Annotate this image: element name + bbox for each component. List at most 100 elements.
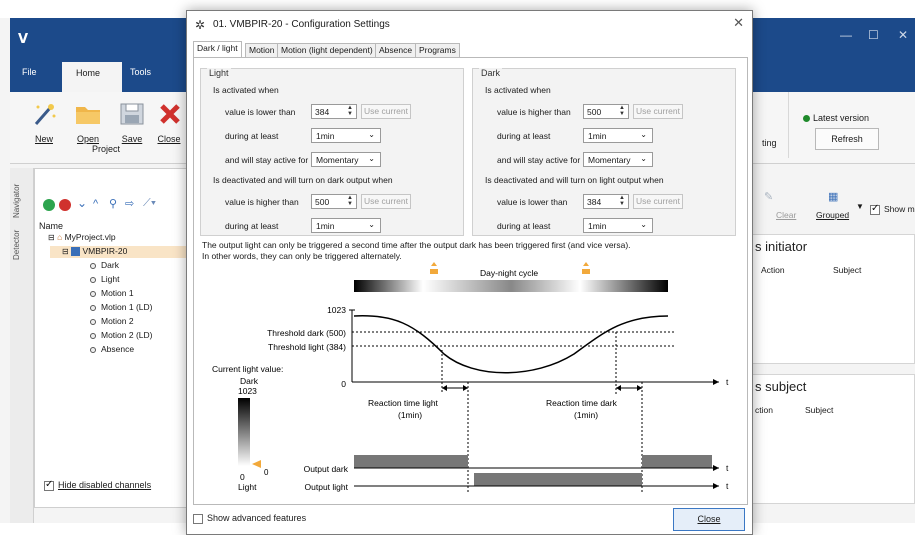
dark-duration-select[interactable]: 1min ⌄ <box>583 128 653 143</box>
tab-detector[interactable]: Detector <box>12 230 21 260</box>
dialog-titlebar: ✲ 01. VMBPIR-20 - Configuration Settings… <box>187 11 752 39</box>
grouped-button[interactable]: Grouped <box>816 210 849 220</box>
chevron-down-icon[interactable]: ⌄ <box>77 196 87 210</box>
use-current-button[interactable]: Use current <box>361 194 411 209</box>
dark-threshold-value: 500 <box>587 107 602 117</box>
tab-tools[interactable]: Tools <box>130 67 151 77</box>
light-deactivate-stepper[interactable]: 500 ▲ ▼ <box>311 194 357 209</box>
tree-item-project[interactable]: ⊟ ⌂ MyProject.vlp <box>48 232 116 242</box>
light-duration-select[interactable]: 1min ⌄ <box>311 128 381 143</box>
light-threshold-stepper[interactable]: 384 ▲ ▼ <box>311 104 357 119</box>
light-stay-active-select[interactable]: Momentary ⌄ <box>311 152 381 167</box>
save-button[interactable]: Save <box>112 102 152 144</box>
tree-item-channel[interactable]: Absence <box>90 344 134 354</box>
spin-arrows-icon[interactable]: ▲ ▼ <box>619 195 625 207</box>
chevron-down-icon: ⌄ <box>368 220 375 229</box>
day-night-gradient-bar <box>354 280 668 292</box>
open-button[interactable]: Open <box>68 102 108 144</box>
dark-row4-label: value is lower than <box>497 197 568 207</box>
close-button[interactable]: Close <box>673 508 745 531</box>
dark-threshold-stepper[interactable]: 500 ▲ ▼ <box>583 104 629 119</box>
chevron-down-icon: ⌄ <box>640 130 647 139</box>
status-dot-icon <box>803 115 810 122</box>
light-value-curve <box>353 315 669 374</box>
dropdown-arrow-icon[interactable]: ▼ <box>856 202 864 211</box>
spin-arrows-icon[interactable]: ▲ ▼ <box>347 195 353 207</box>
dark-stay-active-select[interactable]: Momentary ⌄ <box>583 152 653 167</box>
output-dark-arrow <box>713 465 719 471</box>
checkbox-icon[interactable] <box>193 513 203 524</box>
description-line-1: The output light can only be triggered a… <box>202 240 631 250</box>
channel-icon <box>90 304 96 311</box>
light-deactivate-duration-value: 1min <box>316 221 335 231</box>
dark-deactivate-duration-select[interactable]: 1min ⌄ <box>583 218 653 233</box>
channel-icon <box>90 346 96 353</box>
dark-deactivate-stepper[interactable]: 384 ▲ ▼ <box>583 194 629 209</box>
wand-icon[interactable]: ⟋▾ <box>143 197 156 210</box>
tab-motion-light-dependent[interactable]: Motion (light dependent) <box>277 43 377 57</box>
tab-absence[interactable]: Absence <box>375 43 417 57</box>
close-icon[interactable]: ✕ <box>733 15 744 31</box>
minimize-icon[interactable]: — <box>840 28 852 42</box>
use-current-button[interactable]: Use current <box>633 104 683 119</box>
channel-label: Light <box>101 274 120 284</box>
tab-motion[interactable]: Motion <box>245 43 279 57</box>
tree-item-channel[interactable]: Motion 1 (LD) <box>90 302 153 312</box>
tab-dark-light[interactable]: Dark / light <box>193 41 242 58</box>
clear-button[interactable]: Clear <box>776 210 796 220</box>
tree-item-channel[interactable]: Motion 1 <box>90 288 134 298</box>
refresh-button[interactable]: Refresh <box>815 128 879 150</box>
use-current-button[interactable]: Use current <box>361 104 411 119</box>
sunrise-icon <box>430 262 438 274</box>
day-night-diagram: Day-night cycle 1023 Threshold dark (500… <box>212 262 729 494</box>
new-button[interactable]: New <box>24 102 64 144</box>
light-row5-label: during at least <box>225 221 279 231</box>
collapse-icon[interactable]: ⊟ <box>48 233 55 242</box>
remove-icon[interactable] <box>59 199 71 211</box>
search-icon[interactable]: ⚲ <box>109 197 117 210</box>
tree-header: Name <box>39 221 64 231</box>
light-row2-label: during at least <box>225 131 279 141</box>
dark-deactivate-duration-value: 1min <box>588 221 607 231</box>
tree-item-channel[interactable]: Motion 2 (LD) <box>90 330 153 340</box>
show-label: Show m <box>884 204 915 214</box>
close-project-button[interactable]: Close <box>156 102 182 144</box>
spin-arrows-icon[interactable]: ▲ ▼ <box>347 105 353 117</box>
time-axis-arrow <box>713 379 719 385</box>
reaction-dark-label: Reaction time dark <box>546 398 618 408</box>
channel-icon <box>90 290 96 297</box>
output-dark-t: t <box>726 463 729 473</box>
checkbox-icon[interactable] <box>44 479 54 491</box>
column-header-action[interactable]: Action <box>761 265 785 275</box>
close-app-icon[interactable]: ✕ <box>898 28 908 42</box>
cycle-label: Day-night cycle <box>480 268 538 278</box>
tab-file[interactable]: File <box>22 67 37 77</box>
chevron-up-icon[interactable]: ^ <box>93 198 98 210</box>
tree-item-channel[interactable]: Dark <box>90 260 119 270</box>
magic-wand-icon <box>30 102 58 126</box>
spin-arrows-icon[interactable]: ▲ ▼ <box>619 105 625 117</box>
light-deactivate-duration-select[interactable]: 1min ⌄ <box>311 218 381 233</box>
hide-disabled-checkbox[interactable]: Hide disabled channels <box>44 479 151 491</box>
checkbox-icon[interactable] <box>870 203 880 215</box>
tree-item-channel[interactable]: Motion 2 <box>90 316 134 326</box>
advanced-features-checkbox[interactable]: Show advanced features <box>193 513 306 524</box>
add-icon[interactable] <box>43 199 55 211</box>
column-header-subject[interactable]: Subject <box>805 405 833 415</box>
collapse-icon[interactable]: ⊟ <box>62 247 69 256</box>
use-current-button[interactable]: Use current <box>633 194 683 209</box>
tab-programs[interactable]: Programs <box>415 43 460 57</box>
column-header-subject[interactable]: Subject <box>833 265 861 275</box>
maximize-icon[interactable]: ☐ <box>868 28 879 42</box>
save-label: Save <box>121 134 143 144</box>
tab-home[interactable]: Home <box>62 62 122 92</box>
dark-activated-heading: Is activated when <box>485 85 551 95</box>
tree-item-module[interactable]: ⊟ VMBPIR-20 <box>62 246 127 257</box>
tab-navigator[interactable]: Navigator <box>12 184 21 218</box>
tab-home-label: Home <box>76 68 101 78</box>
show-checkbox[interactable]: Show m <box>870 203 915 215</box>
tree-item-channel[interactable]: Light <box>90 274 119 284</box>
column-header-action[interactable]: ction <box>755 405 773 415</box>
export-icon[interactable]: ⇨ <box>125 197 134 210</box>
dark-duration-value: 1min <box>588 131 607 141</box>
